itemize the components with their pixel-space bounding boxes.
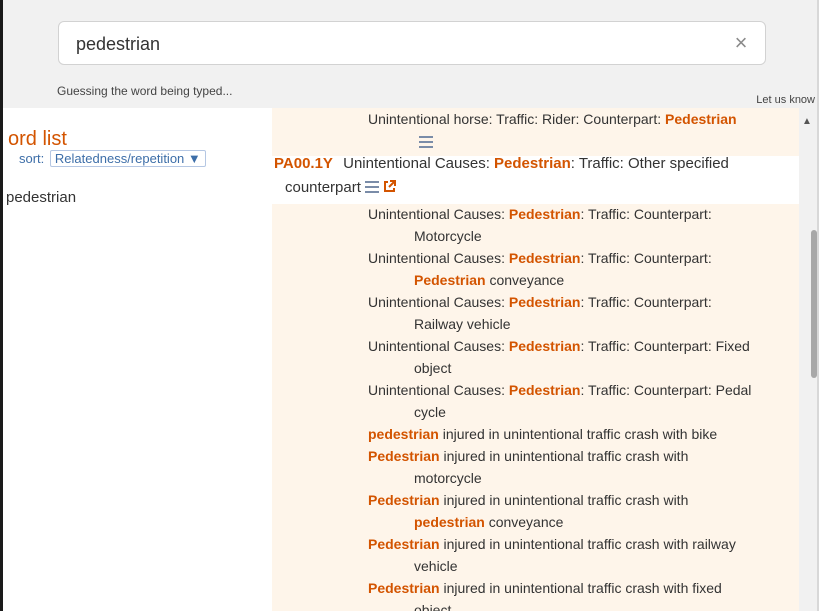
word-list-title: ord list	[8, 128, 67, 150]
result-line-cont: pedestrian conveyance	[414, 514, 564, 530]
result-line: Unintentional Causes: Pedestrian: Traffi…	[368, 382, 752, 398]
result-line: Unintentional Causes: Pedestrian: Traffi…	[368, 338, 750, 354]
result-line-cont: Pedestrian conveyance	[414, 272, 565, 288]
result-entry-title: PA00.1Y Unintentional Causes: Pedestrian…	[274, 155, 729, 172]
result-line: Unintentional Causes: Pedestrian: Traffi…	[368, 294, 712, 310]
result-line: Pedestrian injured in unintentional traf…	[368, 536, 736, 552]
scroll-up-arrow-icon[interactable]: ▲	[802, 116, 812, 127]
sort-label: sort:	[19, 151, 45, 166]
sort-select[interactable]: Relatedness/repetition ▼	[49, 150, 206, 167]
let-us-know-link[interactable]: Let us know	[756, 94, 815, 106]
results-panel: Unintentional horse: Traffic: Rider: Cou…	[269, 108, 799, 611]
entry-code[interactable]: PA00.1Y	[274, 155, 333, 172]
result-line-cont: Railway vehicle	[414, 316, 511, 332]
search-input[interactable]	[74, 30, 718, 58]
external-link-icon[interactable]	[383, 179, 397, 197]
scrollbar-thumb[interactable]	[811, 230, 817, 378]
result-line: Pedestrian injured in unintentional traf…	[368, 580, 722, 596]
search-box: ×	[58, 21, 766, 65]
search-status-text: Guessing the word being typed...	[57, 84, 233, 98]
result-line: Pedestrian injured in unintentional traf…	[368, 492, 689, 508]
result-entry-title-cont: counterpart	[285, 179, 397, 197]
close-icon[interactable]: ×	[729, 31, 753, 55]
result-line: Pedestrian injured in unintentional traf…	[368, 448, 689, 464]
result-line: Unintentional horse: Traffic: Rider: Cou…	[368, 111, 737, 127]
result-line-cont: object	[414, 360, 452, 376]
result-line-cont: Motorcycle	[414, 228, 482, 244]
result-line-cont: cycle	[414, 404, 446, 420]
list-icon[interactable]	[419, 135, 433, 153]
sort-control: sort: Relatedness/repetition ▼	[19, 150, 206, 167]
result-line-cont: vehicle	[414, 558, 458, 574]
word-list-item[interactable]: pedestrian	[6, 189, 76, 206]
result-line: Unintentional Causes: Pedestrian: Traffi…	[368, 250, 712, 266]
list-icon[interactable]	[365, 180, 380, 197]
result-line: pedestrian injured in unintentional traf…	[368, 426, 718, 442]
word-list-sidebar: ord list sort: Relatedness/repetition ▼ …	[3, 108, 269, 611]
result-line: Unintentional Causes: Pedestrian: Traffi…	[368, 206, 712, 222]
result-line-cont: motorcycle	[414, 470, 482, 486]
result-line-cont: object	[414, 602, 452, 611]
